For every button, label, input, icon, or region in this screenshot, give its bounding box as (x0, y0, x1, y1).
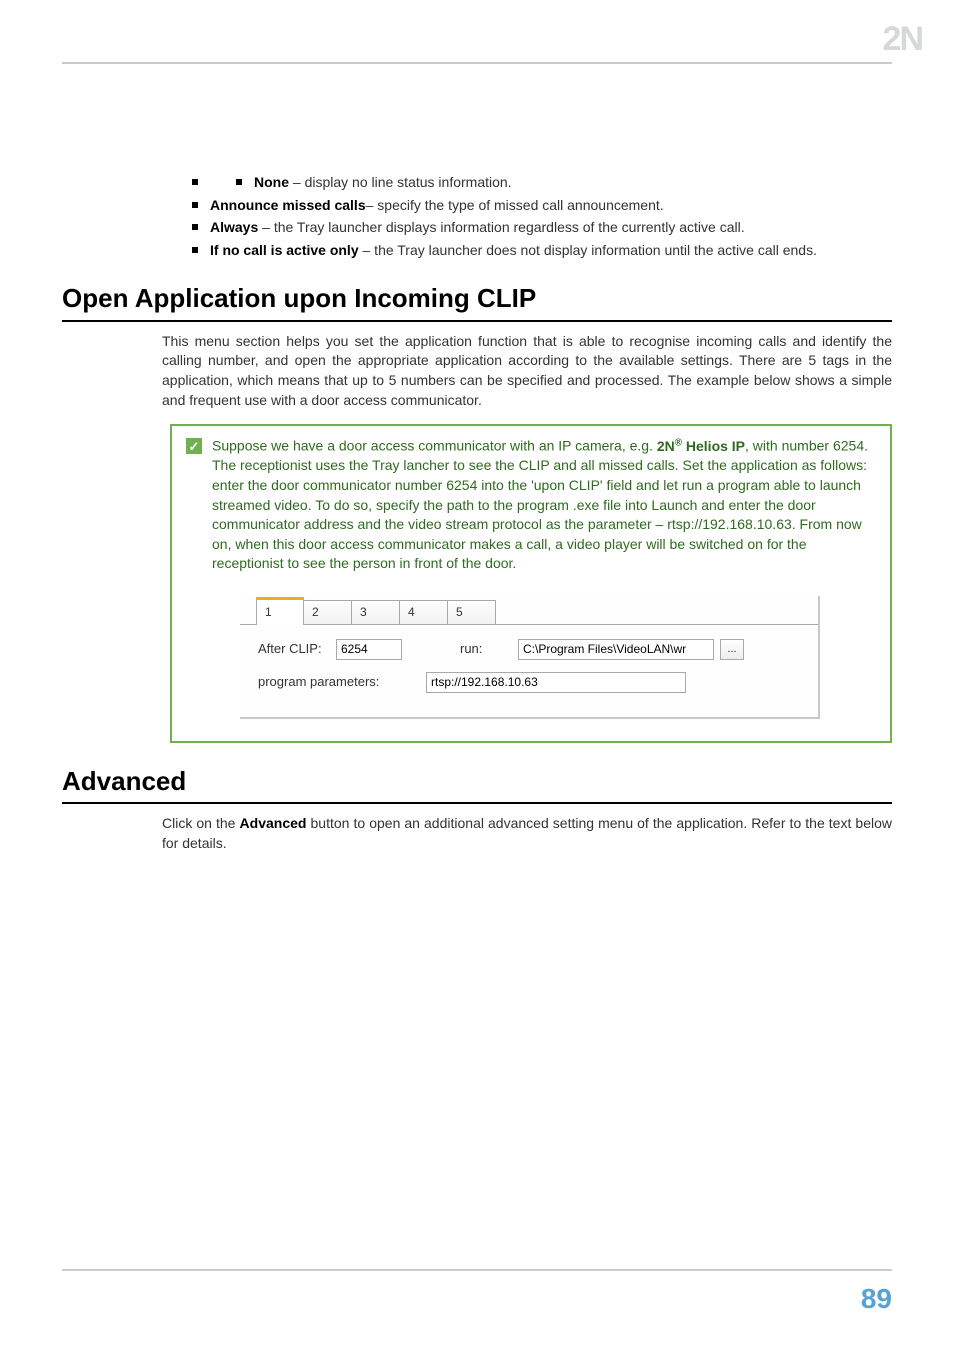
brand-logo: 2N (883, 16, 922, 64)
note-lead: Suppose we have a door access communicat… (212, 438, 657, 454)
status-bullet-list: None – display no line status informatio… (62, 173, 892, 260)
page-number: 89 (861, 1283, 892, 1314)
term-none: None (254, 174, 289, 190)
tab-strip: 1 2 3 4 5 (240, 596, 818, 624)
list-item-none: None – display no line status informatio… (236, 173, 892, 193)
paragraph-open-application: This menu section helps you set the appl… (162, 332, 892, 410)
tab-body: After CLIP: run: ... program parameters: (240, 624, 818, 693)
input-after-clip[interactable] (336, 639, 402, 660)
note-brand: 2N (657, 438, 675, 454)
tab-3[interactable]: 3 (352, 600, 400, 624)
tab-4[interactable]: 4 (400, 600, 448, 624)
clip-settings-panel: 1 2 3 4 5 After CLIP: run: ... (240, 596, 820, 719)
note-brand2: Helios IP (682, 438, 745, 454)
label-after-clip: After CLIP: (258, 640, 336, 658)
header-rule (62, 62, 892, 64)
desc-announce: – specify the type of missed call announ… (366, 197, 664, 213)
term-announce: Announce missed calls (210, 197, 366, 213)
term-always: Always (210, 219, 258, 235)
heading-advanced: Advanced (62, 763, 892, 804)
browse-button[interactable]: ... (720, 639, 744, 660)
label-run: run: (460, 640, 518, 658)
term-ifno: If no call is active only (210, 242, 359, 258)
list-item: None – display no line status informatio… (192, 173, 892, 193)
desc-none: – display no line status information. (289, 174, 512, 190)
row-program-parameters: program parameters: (258, 672, 802, 693)
page-footer: 89 (62, 1269, 892, 1318)
input-run[interactable] (518, 639, 714, 660)
list-item-always: Always – the Tray launcher displays info… (192, 218, 892, 238)
paragraph-advanced: Click on the Advanced button to open an … (162, 814, 892, 853)
tab-2[interactable]: 2 (304, 600, 352, 624)
adv-bold: Advanced (240, 815, 307, 831)
list-item-announce: Announce missed calls– specify the type … (192, 196, 892, 216)
note-rest: , with number 6254. The receptionist use… (212, 438, 868, 572)
input-program-parameters[interactable] (426, 672, 686, 693)
list-item-ifno: If no call is active only – the Tray lau… (192, 241, 892, 261)
heading-open-application: Open Application upon Incoming CLIP (62, 280, 892, 321)
desc-ifno: – the Tray launcher does not display inf… (359, 242, 817, 258)
tab-5[interactable]: 5 (448, 600, 496, 624)
adv-pre: Click on the (162, 815, 240, 831)
example-callout: Suppose we have a door access communicat… (170, 424, 892, 743)
row-after-clip: After CLIP: run: ... (258, 639, 802, 660)
label-program-parameters: program parameters: (258, 673, 426, 691)
check-icon (186, 438, 202, 454)
desc-always: – the Tray launcher displays information… (258, 219, 744, 235)
registered-symbol: ® (675, 437, 682, 448)
tab-1[interactable]: 1 (256, 597, 304, 625)
example-text: Suppose we have a door access communicat… (212, 436, 872, 574)
